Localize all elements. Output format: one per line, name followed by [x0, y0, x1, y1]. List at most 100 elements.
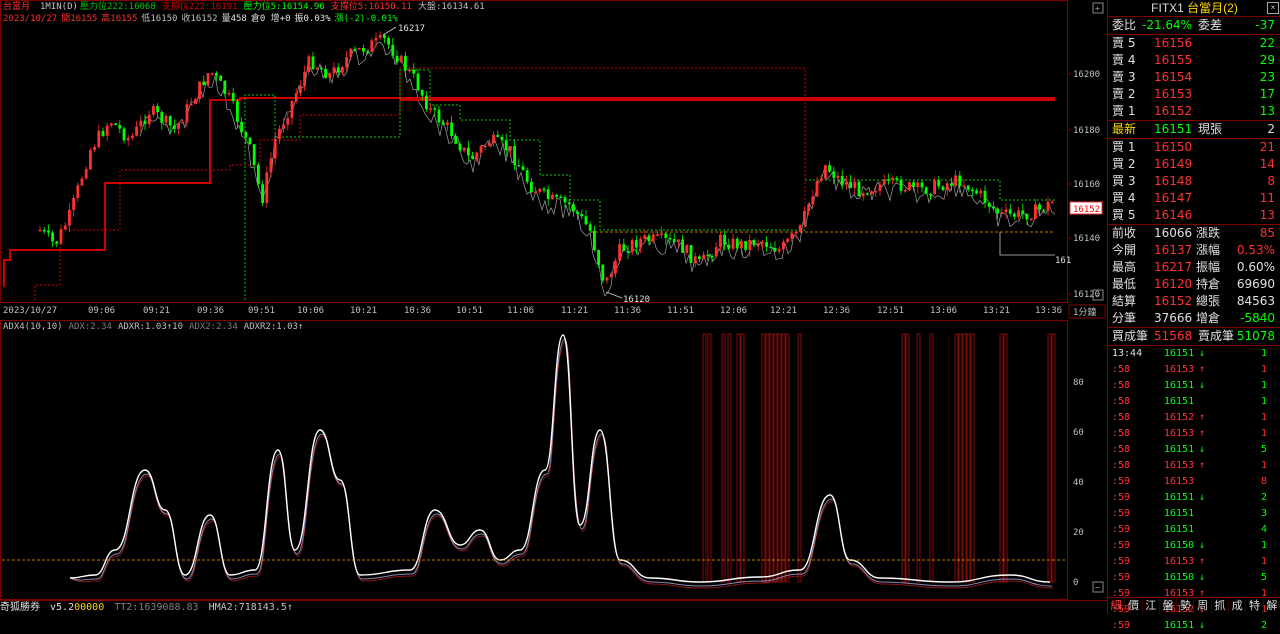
time-tick-label: 09:36	[197, 306, 224, 316]
time-tick-label: 13:21	[983, 306, 1010, 316]
tick-row: :59 16151 3	[1112, 508, 1267, 519]
time-tick-label: 2023/10/27	[3, 306, 57, 316]
tick-row: :59 16151 4	[1112, 524, 1267, 535]
adx-tick-label: 80	[1073, 378, 1084, 388]
svg-text:16152: 16152	[1073, 205, 1100, 215]
header-item: 支撐位5:16150.11	[331, 0, 412, 12]
app-version: v5.2	[50, 602, 75, 613]
time-tick-label: 09:21	[143, 306, 170, 316]
info-close: 收16152	[181, 12, 217, 24]
svg-text:−: −	[1095, 291, 1100, 300]
adx-item: ADX2:2.34	[189, 322, 238, 332]
header-item: 壓力位222:16068	[80, 0, 156, 12]
panel-tab[interactable]: 成	[1229, 598, 1247, 614]
info-volume: 量458	[222, 13, 247, 24]
tick-row: :58 16153 ↑ 1	[1112, 364, 1267, 375]
stat-row: 今開 16137 漲幅 0.53%	[1112, 243, 1275, 257]
price-tick-label: 16160	[1073, 180, 1100, 190]
header-item: 壓力位5:16154.96	[244, 0, 325, 12]
app-version-suffix: 00000	[74, 602, 105, 613]
panel-tab[interactable]: 勢	[1177, 598, 1195, 614]
tt-readout: TT2:1639088.83	[114, 602, 199, 613]
adx-indicator-chart[interactable]: ADX4(10,10) ADX:2.34 ADXR:1.03↑10 ADX2:2.34…	[0, 320, 1107, 603]
quote-panel: FITX1 台當月(2) × 委比 -21.64% 委差 -37 賣 5 1615…	[1107, 0, 1280, 631]
order-ratio-row: 委比 -21.64% 委差 -37	[1108, 17, 1280, 35]
panel-tab[interactable]: 特	[1246, 598, 1264, 614]
interval-label: 1MIN(D)	[40, 2, 78, 12]
panel-tab[interactable]: 江	[1143, 598, 1160, 614]
stats-table: 前收 16066 漲跌 85 今開 16137 漲幅 0.53% 最高 16217 振幅 0.60% 最…	[1108, 224, 1280, 327]
price-tick-label: 16140	[1073, 234, 1100, 244]
book-row[interactable]: 買 2 16149 14	[1108, 156, 1280, 173]
ohlc-info-line: 2023/10/27 開16155 高16155 低16150 收16152 量458 倉0…	[3, 12, 398, 24]
header-item: 大盤:16134.61	[418, 0, 485, 12]
panel-close-icon[interactable]: ×	[1267, 2, 1279, 14]
time-tick-label: 10:36	[404, 306, 431, 316]
time-tick-label: 13:36	[1035, 306, 1062, 316]
info-open: 開16155	[61, 13, 97, 24]
header-item: 支撐位222:16191	[162, 0, 238, 12]
svg-text:+: +	[1095, 4, 1100, 13]
info-date: 2023/10/27	[3, 14, 57, 24]
stat-row: 最低 16120 持倉 69690	[1112, 277, 1275, 291]
time-tick-label: 10:21	[350, 306, 377, 316]
time-tick-label: 13:06	[930, 306, 957, 316]
book-row[interactable]: 買 4 16147 11	[1108, 190, 1280, 207]
tick-row: 13:44 16151 ↓ 1	[1112, 348, 1267, 359]
tick-row: :58 16153 ↑ 1	[1112, 428, 1267, 439]
stat-row: 最高 16217 振幅 0.60%	[1112, 260, 1275, 274]
status-bar: 奇狐勝券 v5.200000 TT2:1639088.83 HMA2:71814…	[0, 600, 1107, 615]
adx-item: ADXR2:1.03↑	[244, 322, 304, 332]
current-price-tag: 16152	[1069, 201, 1103, 215]
time-axis: 2023/10/27 09:06 09:21 09:36 09:51 10:06 10:21…	[3, 306, 1062, 316]
panel-tab[interactable]: 周	[1194, 598, 1212, 614]
adx-item: ADX4(10,10)	[3, 322, 63, 332]
panel-tab[interactable]: 抓	[1212, 598, 1230, 614]
tick-row: :58 16152 ↑ 1	[1112, 412, 1267, 423]
panel-tab[interactable]: 盤	[1160, 598, 1178, 614]
interval-button[interactable]: 1分鐘	[1068, 304, 1106, 319]
panel-tab[interactable]: 細	[1108, 598, 1126, 614]
book-row[interactable]: 賣 2 16153 17	[1108, 86, 1280, 103]
stat-row: 結算 16152 總張 84563	[1112, 294, 1275, 308]
app-name: 奇狐勝券	[0, 602, 40, 613]
price-chart[interactable]: 16200 16180 16160 16140 16120 2023/10/27 09:0…	[0, 0, 1107, 320]
svg-text:1分鐘: 1分鐘	[1073, 306, 1096, 318]
book-row[interactable]: 賣 4 16155 29	[1108, 52, 1280, 69]
info-high: 高16155	[101, 12, 137, 24]
panel-tab[interactable]: 解	[1264, 598, 1280, 614]
panel-tabs: 細價江盤勢周抓成特解	[1108, 597, 1280, 614]
tick-row: :59 16150 ↓ 1	[1112, 540, 1267, 551]
book-row[interactable]: 買 5 16146 13	[1108, 207, 1280, 224]
adx-item: ADXR:1.03↑10	[118, 322, 183, 332]
tick-row: :59 16153 8	[1112, 476, 1267, 487]
info-low: 低16150	[141, 12, 177, 24]
adx-tick-label: 20	[1073, 528, 1084, 538]
right-edge-label: 161	[1055, 256, 1071, 266]
contract-label: 台當月	[3, 0, 30, 12]
svg-text:16217: 16217	[398, 24, 425, 34]
tick-list[interactable]: 13:44 16151 ↓ 1:58 16153 ↑ 1:58 16151 ↓ 1:58 16151…	[1108, 346, 1280, 634]
time-tick-label: 12:21	[770, 306, 797, 316]
panel-tab[interactable]: 價	[1125, 598, 1143, 614]
book-row[interactable]: 賣 3 16154 23	[1108, 69, 1280, 86]
price-tick-label: 16200	[1073, 70, 1100, 80]
svg-text:−: −	[1095, 583, 1100, 592]
book-row[interactable]: 買 3 16148 8	[1108, 173, 1280, 190]
time-tick-label: 12:36	[823, 306, 850, 316]
time-tick-label: 11:36	[614, 306, 641, 316]
tick-row: :59 16151 ↓ 2	[1112, 492, 1267, 503]
svg-text:16120: 16120	[623, 295, 650, 305]
book-row[interactable]: 賣 1 16152 13	[1108, 103, 1280, 120]
book-row[interactable]: 賣 5 16156 22	[1108, 35, 1280, 52]
tick-row: :59 16153 ↑ 1	[1112, 556, 1267, 567]
tick-row: :58 16151 ↓ 5	[1112, 444, 1267, 455]
time-tick-label: 12:51	[877, 306, 904, 316]
tick-row: :59 16151 ↓ 2	[1112, 620, 1267, 631]
tick-row: :59 16150 ↓ 5	[1112, 572, 1267, 583]
info-change: 漲(-2)-0.01%	[335, 13, 399, 24]
bid-book: 買 1 16150 21 買 2 16149 14 買 3 16148 8 買 4 16147 11 買…	[1108, 139, 1280, 224]
info-oi: 倉0 增+0	[251, 12, 291, 24]
time-tick-label: 11:51	[667, 306, 694, 316]
book-row[interactable]: 買 1 16150 21	[1108, 139, 1280, 156]
